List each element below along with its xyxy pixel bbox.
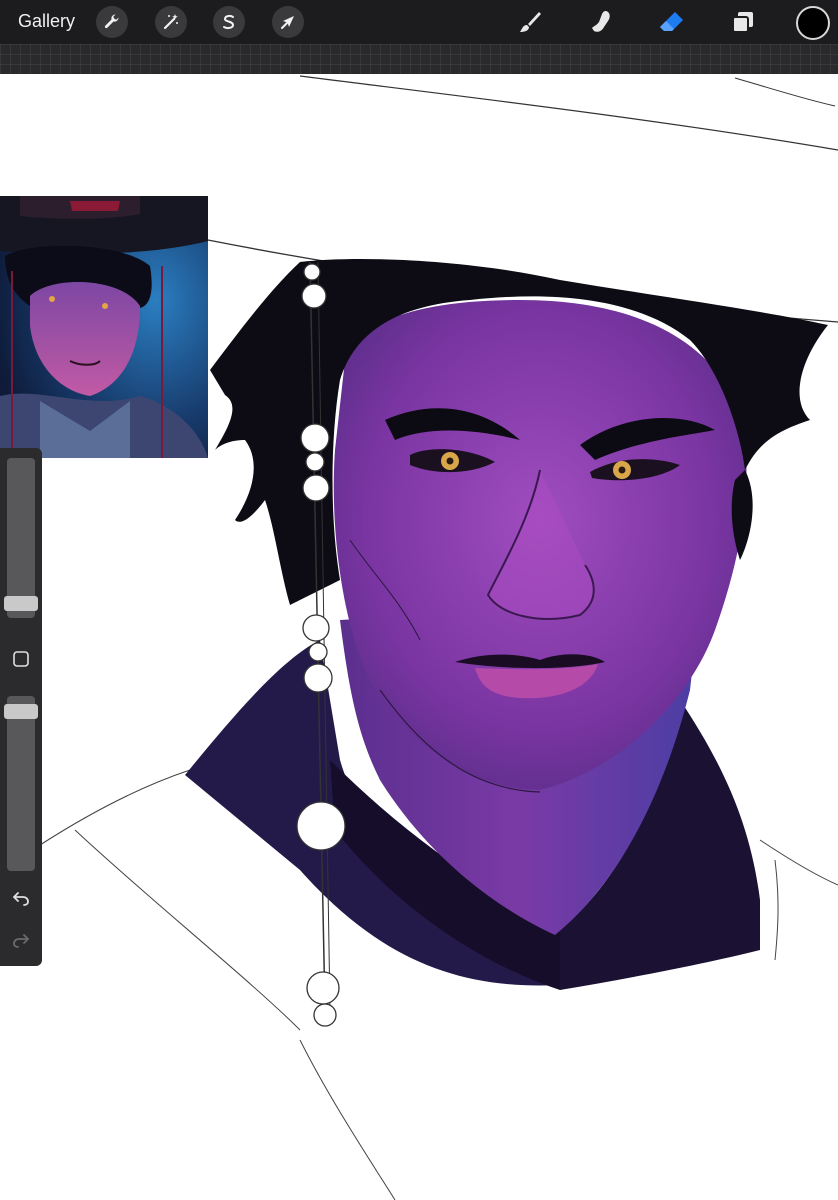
smudge-finger-icon [592, 11, 610, 32]
brush-opacity-slider[interactable] [7, 696, 35, 871]
brush-opacity-handle[interactable] [4, 704, 38, 719]
adjustments-button[interactable] [155, 6, 187, 38]
pupil-left [446, 457, 454, 465]
redo-icon [13, 934, 29, 948]
arrow-cursor-icon [281, 16, 294, 29]
hat-brim-line-top [299, 75, 838, 151]
reference-window[interactable] [0, 196, 208, 458]
layers-icon [732, 12, 753, 33]
brush-size-handle[interactable] [4, 595, 38, 611]
pupil-right [618, 466, 626, 474]
arm-left-line [74, 829, 301, 1031]
selection-s-icon [223, 14, 235, 30]
modify-button[interactable] [6, 645, 36, 673]
torso-left-line [299, 1039, 396, 1200]
brush-icon [520, 12, 541, 32]
shoulder-left-line [39, 769, 191, 846]
redo-button[interactable] [6, 926, 36, 954]
reference-image [0, 196, 208, 458]
layers-button[interactable] [727, 6, 759, 38]
brush-size-slider[interactable] [7, 458, 35, 618]
selection-button[interactable] [213, 6, 245, 38]
wrench-icon [104, 14, 119, 29]
square-icon [13, 651, 29, 667]
shoulder-right-line [759, 839, 838, 886]
magic-wand-icon [163, 14, 178, 30]
top-toolbar: Gallery [0, 0, 838, 44]
actions-button[interactable] [96, 6, 128, 38]
transform-button[interactable] [272, 6, 304, 38]
color-picker-swatch[interactable] [796, 6, 830, 40]
canvas-top-strip [0, 44, 838, 74]
undo-icon [13, 892, 29, 906]
eraser-icon [660, 12, 683, 31]
brush-tool-button[interactable] [514, 6, 546, 38]
smudge-tool-button[interactable] [586, 6, 618, 38]
arm-right-line [774, 859, 779, 961]
undo-button[interactable] [6, 884, 36, 912]
eraser-tool-button[interactable] [656, 6, 688, 38]
left-sidebar [0, 448, 42, 966]
hat-brim-line-tip [734, 77, 836, 107]
procreate-app: Gallery [0, 0, 838, 1200]
gallery-button[interactable]: Gallery [18, 11, 75, 32]
